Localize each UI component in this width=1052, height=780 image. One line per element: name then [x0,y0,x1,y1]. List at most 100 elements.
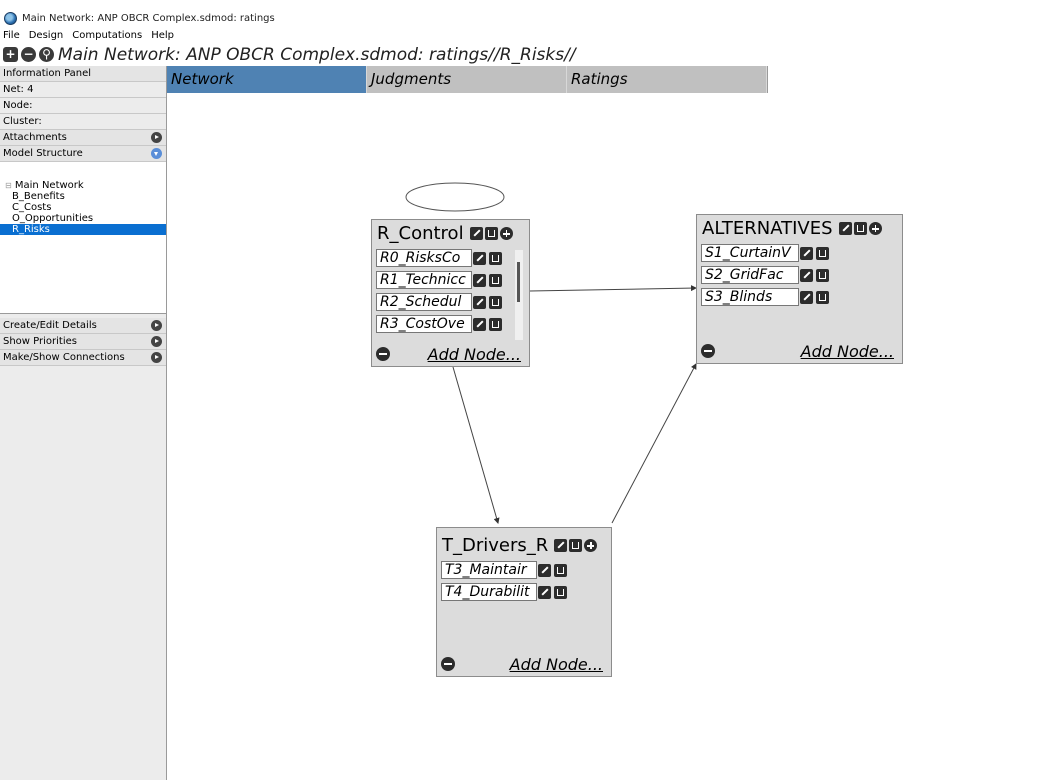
tab-network[interactable]: Network [167,66,367,93]
menu-help[interactable]: Help [151,30,174,41]
node-list: R0_RisksCo R1_Technicc R2_Schedul R3_Cos… [376,248,504,336]
app-globe-icon [4,12,17,25]
zoom-icon[interactable]: ⚲ [39,47,54,62]
trash-icon[interactable] [816,246,829,260]
expand-arrow-icon[interactable] [151,336,162,347]
trash-icon[interactable] [816,268,829,282]
trash-icon[interactable] [816,290,829,304]
node-label[interactable]: T3_Maintair [441,561,537,579]
list-item[interactable]: T4_Durabilit [441,582,569,602]
menu-bar: File Design Computations Help [0,28,1052,43]
self-loop-edge[interactable] [405,182,505,212]
tree-expander-icon[interactable]: ⊟ [5,181,12,190]
add-icon[interactable]: + [3,47,18,62]
edit-icon[interactable] [473,273,486,287]
edit-icon[interactable] [473,295,486,309]
trash-icon[interactable] [484,227,498,240]
add-node-link[interactable]: Add Node... [801,342,894,361]
node-label[interactable]: S1_CurtainV [701,244,799,262]
menu-file[interactable]: File [3,30,20,41]
cluster-alternatives[interactable]: ALTERNATIVES S1_CurtainV S2_GridFac S3_B… [696,214,903,364]
model-structure-section[interactable]: Model Structure [0,146,166,162]
trash-icon[interactable] [853,222,867,235]
list-item[interactable]: R3_CostOve [376,314,504,334]
expand-arrow-icon[interactable] [151,320,162,331]
edit-icon[interactable] [473,317,486,331]
scroll-thumb[interactable] [517,262,520,302]
tree-root-main-network[interactable]: ⊟ Main Network [0,180,166,191]
node-label[interactable]: S2_GridFac [701,266,799,284]
show-priorities-section[interactable]: Show Priorities [0,334,166,350]
expand-arrow-icon[interactable] [151,352,162,363]
list-item[interactable]: S1_CurtainV [701,243,831,263]
edit-icon[interactable] [800,246,813,260]
list-item[interactable]: S2_GridFac [701,265,831,285]
cluster-t-drivers[interactable]: T_Drivers_R T3_Maintair T4_Durabilit Add… [436,527,612,677]
edit-icon[interactable] [800,290,813,304]
list-item[interactable]: S3_Blinds [701,287,831,307]
expand-arrow-icon[interactable] [151,132,162,143]
tab-judgments[interactable]: Judgments [367,66,567,93]
list-item[interactable]: R2_Schedul [376,292,504,312]
tree-item-benefits[interactable]: B_Benefits [0,191,166,202]
tab-ratings[interactable]: Ratings [567,66,767,93]
make-show-connections-section[interactable]: Make/Show Connections [0,350,166,366]
list-item[interactable]: R1_Technicc [376,270,504,290]
add-icon[interactable] [584,539,598,552]
collapse-icon[interactable] [441,657,455,671]
list-item[interactable]: R0_RisksCo [376,248,504,268]
node-label[interactable]: R1_Technicc [376,271,472,289]
edit-icon[interactable] [538,585,551,599]
edge-control-to-alternatives[interactable] [529,285,697,292]
tree-item-opportunities[interactable]: O_Opportunities [0,213,166,224]
tree-item-costs[interactable]: C_Costs [0,202,166,213]
cluster-header: T_Drivers_R [437,532,611,559]
node-list: S1_CurtainV S2_GridFac S3_Blinds [701,243,831,309]
trash-icon[interactable] [489,251,502,265]
edit-icon[interactable] [838,222,852,235]
cluster-r-control[interactable]: R_Control R0_RisksCo R1_Technicc R2_Sche… [371,219,530,367]
tab-bar: Network Judgments Ratings [167,66,1052,93]
node-label[interactable]: T4_Durabilit [441,583,537,601]
edit-icon[interactable] [554,539,568,552]
add-node-link[interactable]: Add Node... [428,345,521,364]
edit-icon[interactable] [538,563,551,577]
minus-icon[interactable]: − [21,47,36,62]
create-edit-label: Create/Edit Details [3,320,97,331]
attachments-label: Attachments [3,132,67,143]
trash-icon[interactable] [489,295,502,309]
window-title: Main Network: ANP OBCR Complex.sdmod: ra… [22,13,275,24]
edge-drivers-to-alternatives[interactable] [611,363,697,524]
node-label[interactable]: S3_Blinds [701,288,799,306]
trash-icon[interactable] [489,273,502,287]
attachments-section[interactable]: Attachments [0,130,166,146]
collapse-arrow-icon[interactable] [151,148,162,159]
edit-icon[interactable] [800,268,813,282]
add-icon[interactable] [499,227,513,240]
node-label[interactable]: R3_CostOve [376,315,472,333]
list-item[interactable]: T3_Maintair [441,560,569,580]
trash-icon[interactable] [554,585,567,599]
trash-icon[interactable] [554,563,567,577]
cluster-footer: Add Node... [701,342,898,361]
collapse-icon[interactable] [701,344,715,358]
add-node-link[interactable]: Add Node... [510,655,603,674]
tree-item-risks[interactable]: R_Risks [0,224,166,235]
menu-computations[interactable]: Computations [72,30,142,41]
menu-design[interactable]: Design [29,30,64,41]
edit-icon[interactable] [473,251,486,265]
cluster-footer: Add Node... [376,345,525,364]
create-edit-section[interactable]: Create/Edit Details [0,318,166,334]
node-label[interactable]: R2_Schedul [376,293,472,311]
cluster-title: T_Drivers_R [442,535,549,556]
collapse-icon[interactable] [376,347,390,361]
trash-icon[interactable] [489,317,502,331]
node-label[interactable]: R0_RisksCo [376,249,472,267]
trash-icon[interactable] [569,539,583,552]
edge-control-to-drivers[interactable] [452,366,500,524]
node-list-scrollbar[interactable] [515,250,523,340]
tree-root-label: Main Network [14,180,84,191]
cluster-title: R_Control [377,223,464,244]
edit-icon[interactable] [469,227,483,240]
add-icon[interactable] [868,222,882,235]
